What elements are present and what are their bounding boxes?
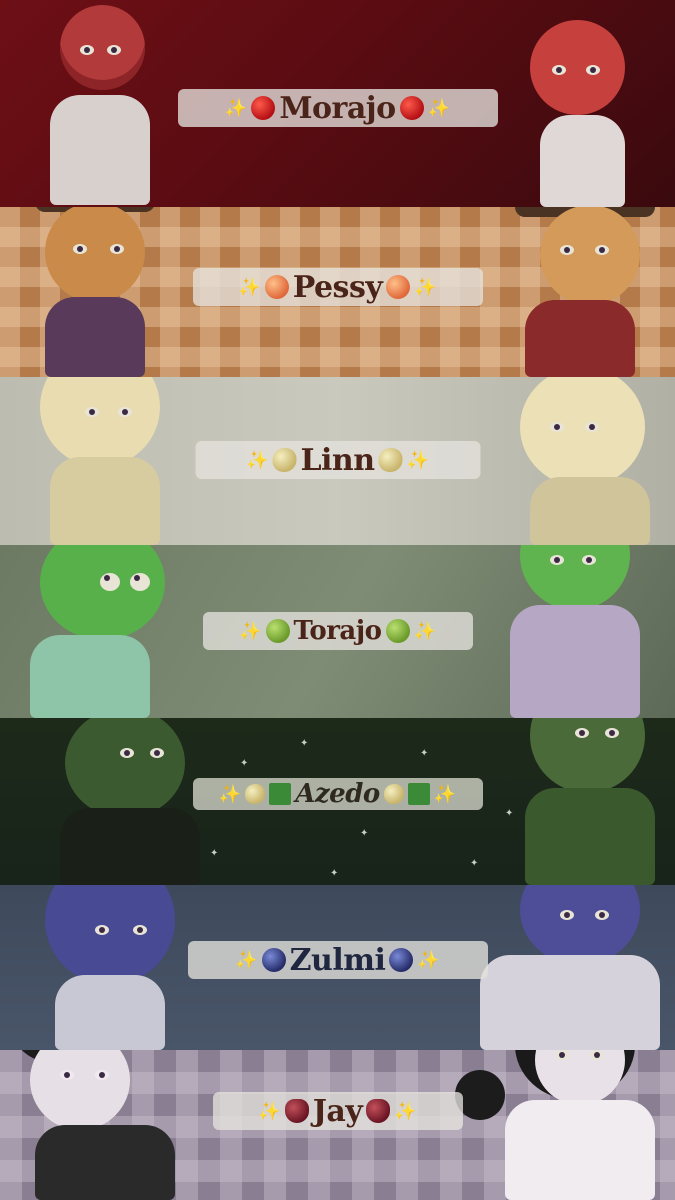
character-left [30,377,170,545]
band-linn: ✨ Linn ✨ [0,377,675,545]
sparkle-icon: ✨ [394,1100,417,1122]
grapes-icon [284,1099,309,1123]
character-right [505,377,665,545]
character-name: Pessy [292,269,383,305]
band-azedo: ✦ ✦ ✦ ✦ ✦ ✦ ✦ ✦ ✨ Azedo ✨ [0,718,675,885]
character-name: Azedo [295,779,380,809]
character-left [30,718,210,885]
character-left [45,5,155,205]
sparkle-icon: ✨ [406,449,429,471]
lemon-icon [378,448,403,472]
blueberry-icon [261,948,286,972]
collage: ✨ Morajo ✨ ✨ Pessy ✨ ✨ Linn ✨ ✨ Torajo ✨… [0,0,675,1200]
character-left [35,885,185,1050]
green-square-icon [407,783,430,805]
sparkle-icon: ✨ [239,620,262,642]
sparkle-icon: ✨ [238,276,261,298]
sparkle-icon: ✨ [235,949,258,971]
character-name: Torajo [293,616,383,646]
blueberry-icon [389,948,414,972]
sparkle-icon: ✨ [218,783,242,805]
character-left [5,1050,185,1200]
character-right [515,207,665,377]
character-right [480,885,665,1050]
band-pessy: ✨ Pessy ✨ [0,207,675,377]
green-apple-icon [265,619,290,643]
peach-icon [386,275,411,299]
sparkle-icon: ✨ [246,449,269,471]
apple-icon [399,96,424,120]
grapes-icon [366,1099,391,1123]
apple-icon [251,96,276,120]
band-morajo: ✨ Morajo ✨ [0,0,675,207]
sparkle-icon: ✨ [417,949,440,971]
band-jay: ✨ Jay ✨ [0,1050,675,1200]
green-apple-icon [385,619,410,643]
character-name: Morajo [279,90,396,126]
name-label-linn: ✨ Linn ✨ [195,441,480,479]
character-right [515,718,665,885]
lemon-icon [245,784,266,804]
character-left [30,545,180,718]
peach-icon [264,275,289,299]
lemon-icon [383,784,404,804]
character-right [445,1050,670,1200]
name-label-zulmi: ✨ Zulmi ✨ [187,941,488,979]
character-left [25,207,165,377]
band-zulmi: ✨ Zulmi ✨ [0,885,675,1050]
sparkle-icon: ✨ [433,783,457,805]
character-name: Jay [312,1093,363,1129]
name-label-jay: ✨ Jay ✨ [212,1092,463,1130]
sparkle-icon: ✨ [258,1100,281,1122]
sparkle-icon: ✨ [224,97,248,119]
lemon-icon [272,448,297,472]
character-right [500,545,650,718]
character-name: Zulmi [289,942,386,978]
green-square-icon [269,783,292,805]
name-label-torajo: ✨ Torajo ✨ [202,612,473,650]
sparkle-icon: ✨ [413,620,436,642]
band-torajo: ✨ Torajo ✨ [0,545,675,718]
sparkle-icon: ✨ [427,97,451,119]
name-label-pessy: ✨ Pessy ✨ [192,268,483,306]
character-name: Linn [300,442,375,478]
name-label-morajo: ✨ Morajo ✨ [177,89,498,127]
name-label-azedo: ✨ Azedo ✨ [192,778,483,810]
character-right [520,20,640,207]
sparkle-icon: ✨ [414,276,437,298]
